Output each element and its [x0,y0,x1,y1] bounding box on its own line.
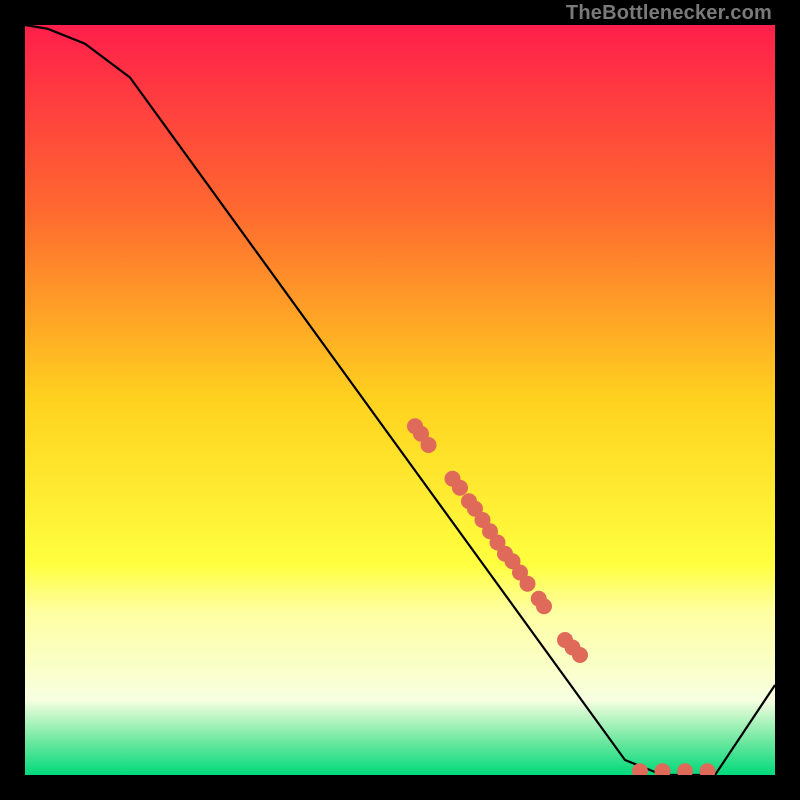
chart-svg [25,25,775,775]
watermark-text: TheBottlenecker.com [566,2,772,25]
sample-point [421,437,437,453]
sample-point [572,647,588,663]
sample-point [520,576,536,592]
chart-frame [25,25,775,775]
sample-point [536,598,552,614]
gradient-background [25,25,775,775]
sample-point [452,480,468,496]
